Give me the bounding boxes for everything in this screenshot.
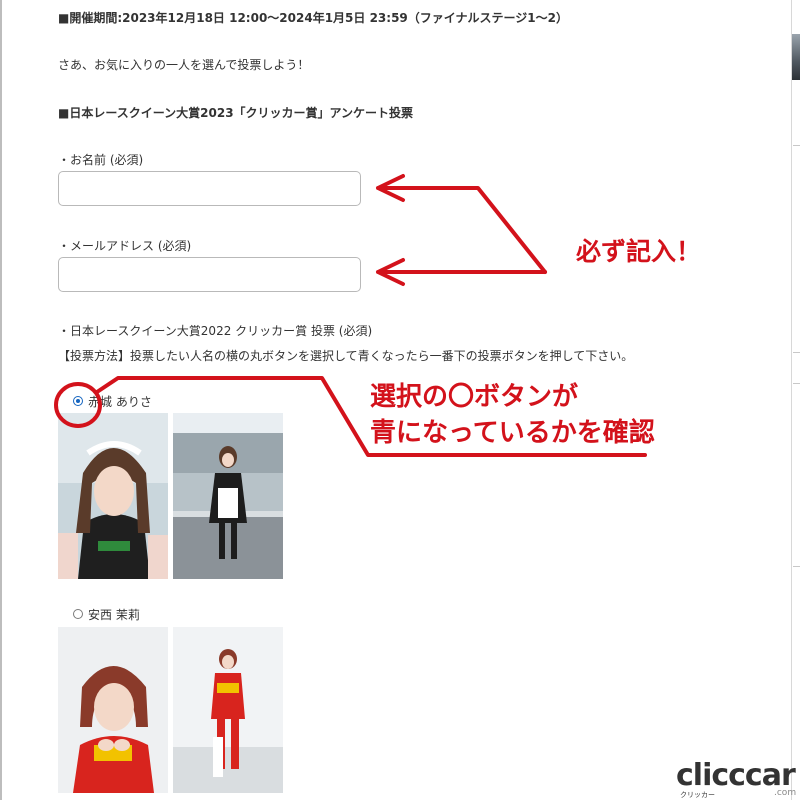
- arrow-to-name-field: [376, 174, 547, 274]
- radio-note-line2: 青になっているかを確認: [370, 418, 655, 448]
- radio-note-line1: 選択の〇ボタンが: [370, 382, 579, 412]
- logo-suffix: .com: [774, 788, 797, 798]
- logo-subtitle: クリッカー: [680, 791, 715, 799]
- radio-highlight-circle: [54, 382, 102, 428]
- arrow-to-email-field: [376, 258, 547, 286]
- site-logo: clicccar クリッカー .com: [676, 758, 800, 800]
- required-note: 必ず記入！: [576, 237, 702, 266]
